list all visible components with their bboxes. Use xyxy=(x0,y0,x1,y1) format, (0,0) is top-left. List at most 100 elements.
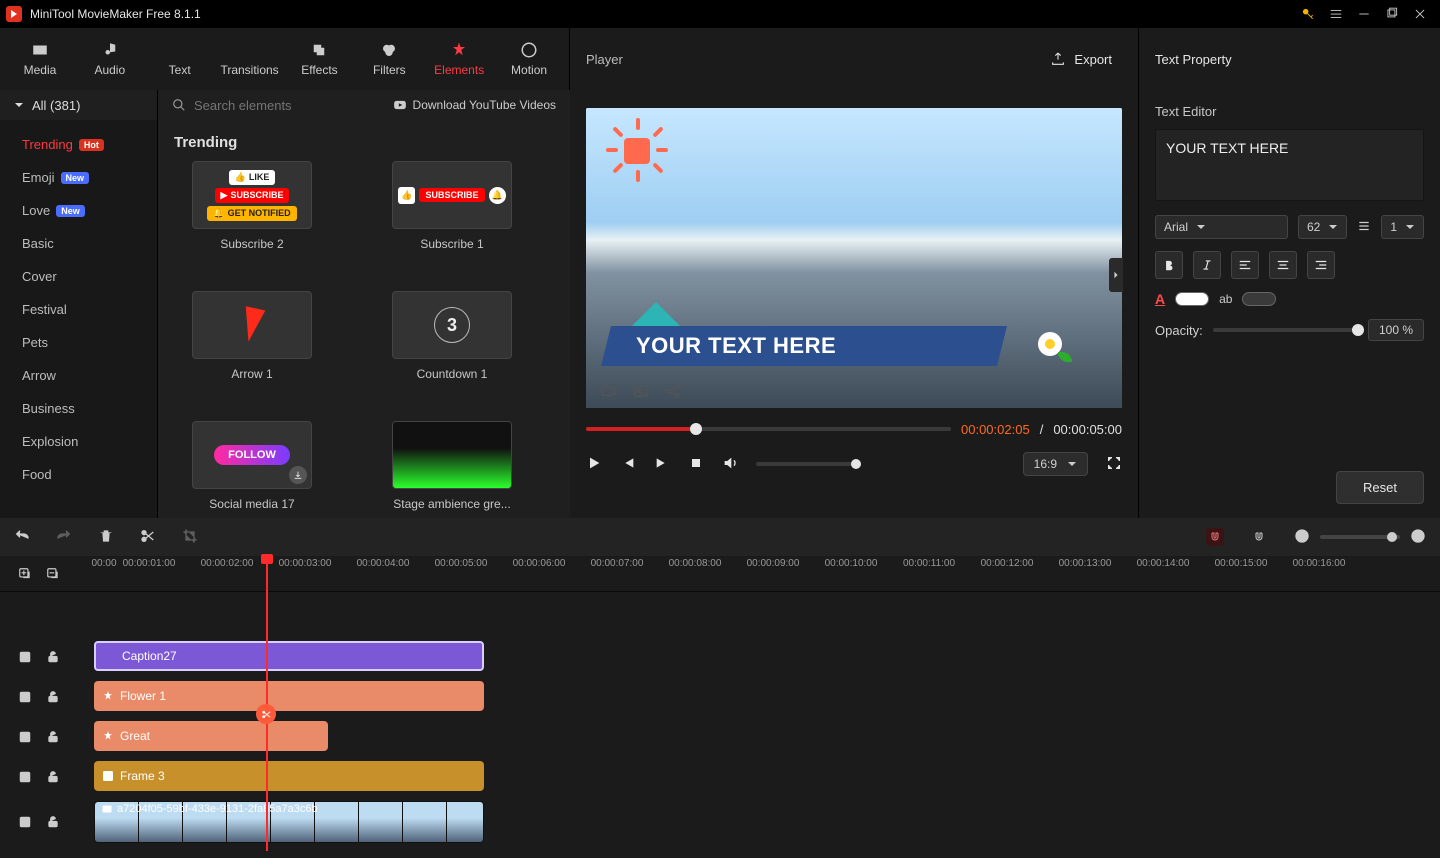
license-key-icon[interactable] xyxy=(1294,0,1322,28)
timeline-tracks: Caption27 Flower 1 Great xyxy=(0,592,1440,858)
download-youtube-link[interactable]: Download YouTube Videos xyxy=(393,98,556,112)
line-height-select[interactable]: 1 xyxy=(1381,215,1424,239)
thumb-bell-icon: 🔔 xyxy=(489,187,506,204)
font-family-select[interactable]: Arial xyxy=(1155,215,1288,239)
opacity-slider[interactable] xyxy=(1213,328,1358,332)
category-arrow[interactable]: Arrow xyxy=(0,359,157,392)
tab-audio[interactable]: Audio xyxy=(76,32,144,86)
close-icon[interactable] xyxy=(1406,0,1434,28)
undo-button[interactable] xyxy=(14,528,30,547)
play-button[interactable] xyxy=(586,455,602,474)
element-thumb-subscribe2[interactable]: 👍 LIKE ▶ SUBSCRIBE 🔔 GET NOTIFIED Subscr… xyxy=(172,161,332,251)
opacity-label: Opacity: xyxy=(1155,323,1203,338)
split-marker[interactable] xyxy=(256,704,276,724)
volume-button[interactable] xyxy=(722,455,738,474)
clip-flower[interactable]: Flower 1 xyxy=(94,681,484,711)
tab-motion[interactable]: Motion xyxy=(495,32,563,86)
tab-transitions[interactable]: Transitions xyxy=(216,32,284,86)
volume-slider[interactable] xyxy=(756,462,856,466)
element-thumb-stage-ambience[interactable]: Stage ambience gre... xyxy=(372,421,532,511)
category-love[interactable]: LoveNew xyxy=(0,194,157,227)
thumb-label: Subscribe 2 xyxy=(220,237,283,251)
zoom-slider[interactable] xyxy=(1320,535,1400,539)
tab-text[interactable]: Text xyxy=(146,32,214,86)
text-editor-input[interactable] xyxy=(1155,129,1424,201)
category-pets[interactable]: Pets xyxy=(0,326,157,359)
track-icon[interactable] xyxy=(18,690,32,704)
transport-controls: 16:9 xyxy=(586,444,1122,484)
element-thumb-social17[interactable]: FOLLOW Social media 17 xyxy=(172,421,332,511)
category-explosion[interactable]: Explosion xyxy=(0,425,157,458)
category-basic[interactable]: Basic xyxy=(0,227,157,260)
tab-media[interactable]: Media xyxy=(6,32,74,86)
record-icon[interactable] xyxy=(600,382,618,400)
clip-label: a7204f05-59bf-433e-9131-2fa85a7a3c6b xyxy=(117,803,318,815)
unlock-icon[interactable] xyxy=(46,815,60,829)
element-thumb-subscribe1[interactable]: 👍 SUBSCRIBE 🔔 Subscribe 1 xyxy=(372,161,532,251)
timeline-ruler[interactable]: 00:00 00:00:01:0000:00:02:0000:00:03:000… xyxy=(0,556,1440,592)
track-icon[interactable] xyxy=(18,770,32,784)
unlock-icon[interactable] xyxy=(46,650,60,664)
crop-button[interactable] xyxy=(182,528,198,547)
align-center-button[interactable] xyxy=(1269,251,1297,279)
highlight-swatch[interactable] xyxy=(1242,292,1276,306)
unlock-icon[interactable] xyxy=(46,730,60,744)
align-right-button[interactable] xyxy=(1307,251,1335,279)
bold-button[interactable] xyxy=(1155,251,1183,279)
unlock-icon[interactable] xyxy=(46,770,60,784)
prev-frame-button[interactable] xyxy=(620,455,636,474)
menu-icon[interactable] xyxy=(1322,0,1350,28)
category-business[interactable]: Business xyxy=(0,392,157,425)
video-preview[interactable]: YOUR TEXT HERE xyxy=(586,108,1122,408)
tab-effects[interactable]: Effects xyxy=(286,32,354,86)
magnet-left-icon[interactable] xyxy=(1206,528,1224,546)
magnet-right-icon[interactable] xyxy=(1250,528,1268,546)
unlock-icon[interactable] xyxy=(46,690,60,704)
category-emoji[interactable]: EmojiNew xyxy=(0,161,157,194)
search-elements[interactable] xyxy=(172,98,383,113)
category-trending[interactable]: TrendingHot xyxy=(0,128,157,161)
export-icon xyxy=(1050,51,1066,67)
element-thumb-arrow1[interactable]: Arrow 1 xyxy=(172,291,332,381)
tab-filters[interactable]: Filters xyxy=(355,32,423,86)
snapshot-icon[interactable] xyxy=(632,382,650,400)
search-input[interactable] xyxy=(194,98,383,113)
minimize-icon[interactable] xyxy=(1350,0,1378,28)
stop-button[interactable] xyxy=(688,455,704,474)
tab-elements[interactable]: Elements xyxy=(425,32,493,86)
track-icon[interactable] xyxy=(18,650,32,664)
tab-label: Transitions xyxy=(220,63,278,77)
font-size-select[interactable]: 62 xyxy=(1298,215,1347,239)
category-food[interactable]: Food xyxy=(0,458,157,491)
clip-great[interactable]: Great xyxy=(94,721,328,751)
font-color-swatch[interactable] xyxy=(1175,292,1209,306)
panel-collapse-button[interactable] xyxy=(1109,258,1123,292)
aspect-ratio-select[interactable]: 16:9 xyxy=(1023,452,1088,476)
clip-caption[interactable]: Caption27 xyxy=(94,641,484,671)
badge-new: New xyxy=(61,172,90,184)
clip-video[interactable]: a7204f05-59bf-433e-9131-2fa85a7a3c6b xyxy=(94,801,484,843)
split-button[interactable] xyxy=(140,528,156,547)
progress-bar[interactable]: 00:00:02:05 / 00:00:05:00 xyxy=(586,414,1122,444)
delete-button[interactable] xyxy=(98,528,114,547)
track-icon[interactable] xyxy=(18,815,32,829)
track-icon[interactable] xyxy=(18,730,32,744)
category-all[interactable]: All (381) xyxy=(0,90,157,120)
category-festival[interactable]: Festival xyxy=(0,293,157,326)
element-thumb-countdown1[interactable]: 3 Countdown 1 xyxy=(372,291,532,381)
italic-button[interactable] xyxy=(1193,251,1221,279)
zoom-out-button[interactable] xyxy=(1294,528,1310,547)
align-left-button[interactable] xyxy=(1231,251,1259,279)
add-track-icon[interactable] xyxy=(18,567,32,581)
share-icon[interactable] xyxy=(664,382,682,400)
reset-button[interactable]: Reset xyxy=(1336,471,1424,504)
maximize-icon[interactable] xyxy=(1378,0,1406,28)
remove-track-icon[interactable] xyxy=(46,567,60,581)
clip-frame[interactable]: Frame 3 xyxy=(94,761,484,791)
redo-button[interactable] xyxy=(56,528,72,547)
fullscreen-button[interactable] xyxy=(1106,455,1122,474)
zoom-in-button[interactable] xyxy=(1410,528,1426,547)
category-cover[interactable]: Cover xyxy=(0,260,157,293)
next-frame-button[interactable] xyxy=(654,455,670,474)
export-button[interactable]: Export xyxy=(1040,45,1122,73)
